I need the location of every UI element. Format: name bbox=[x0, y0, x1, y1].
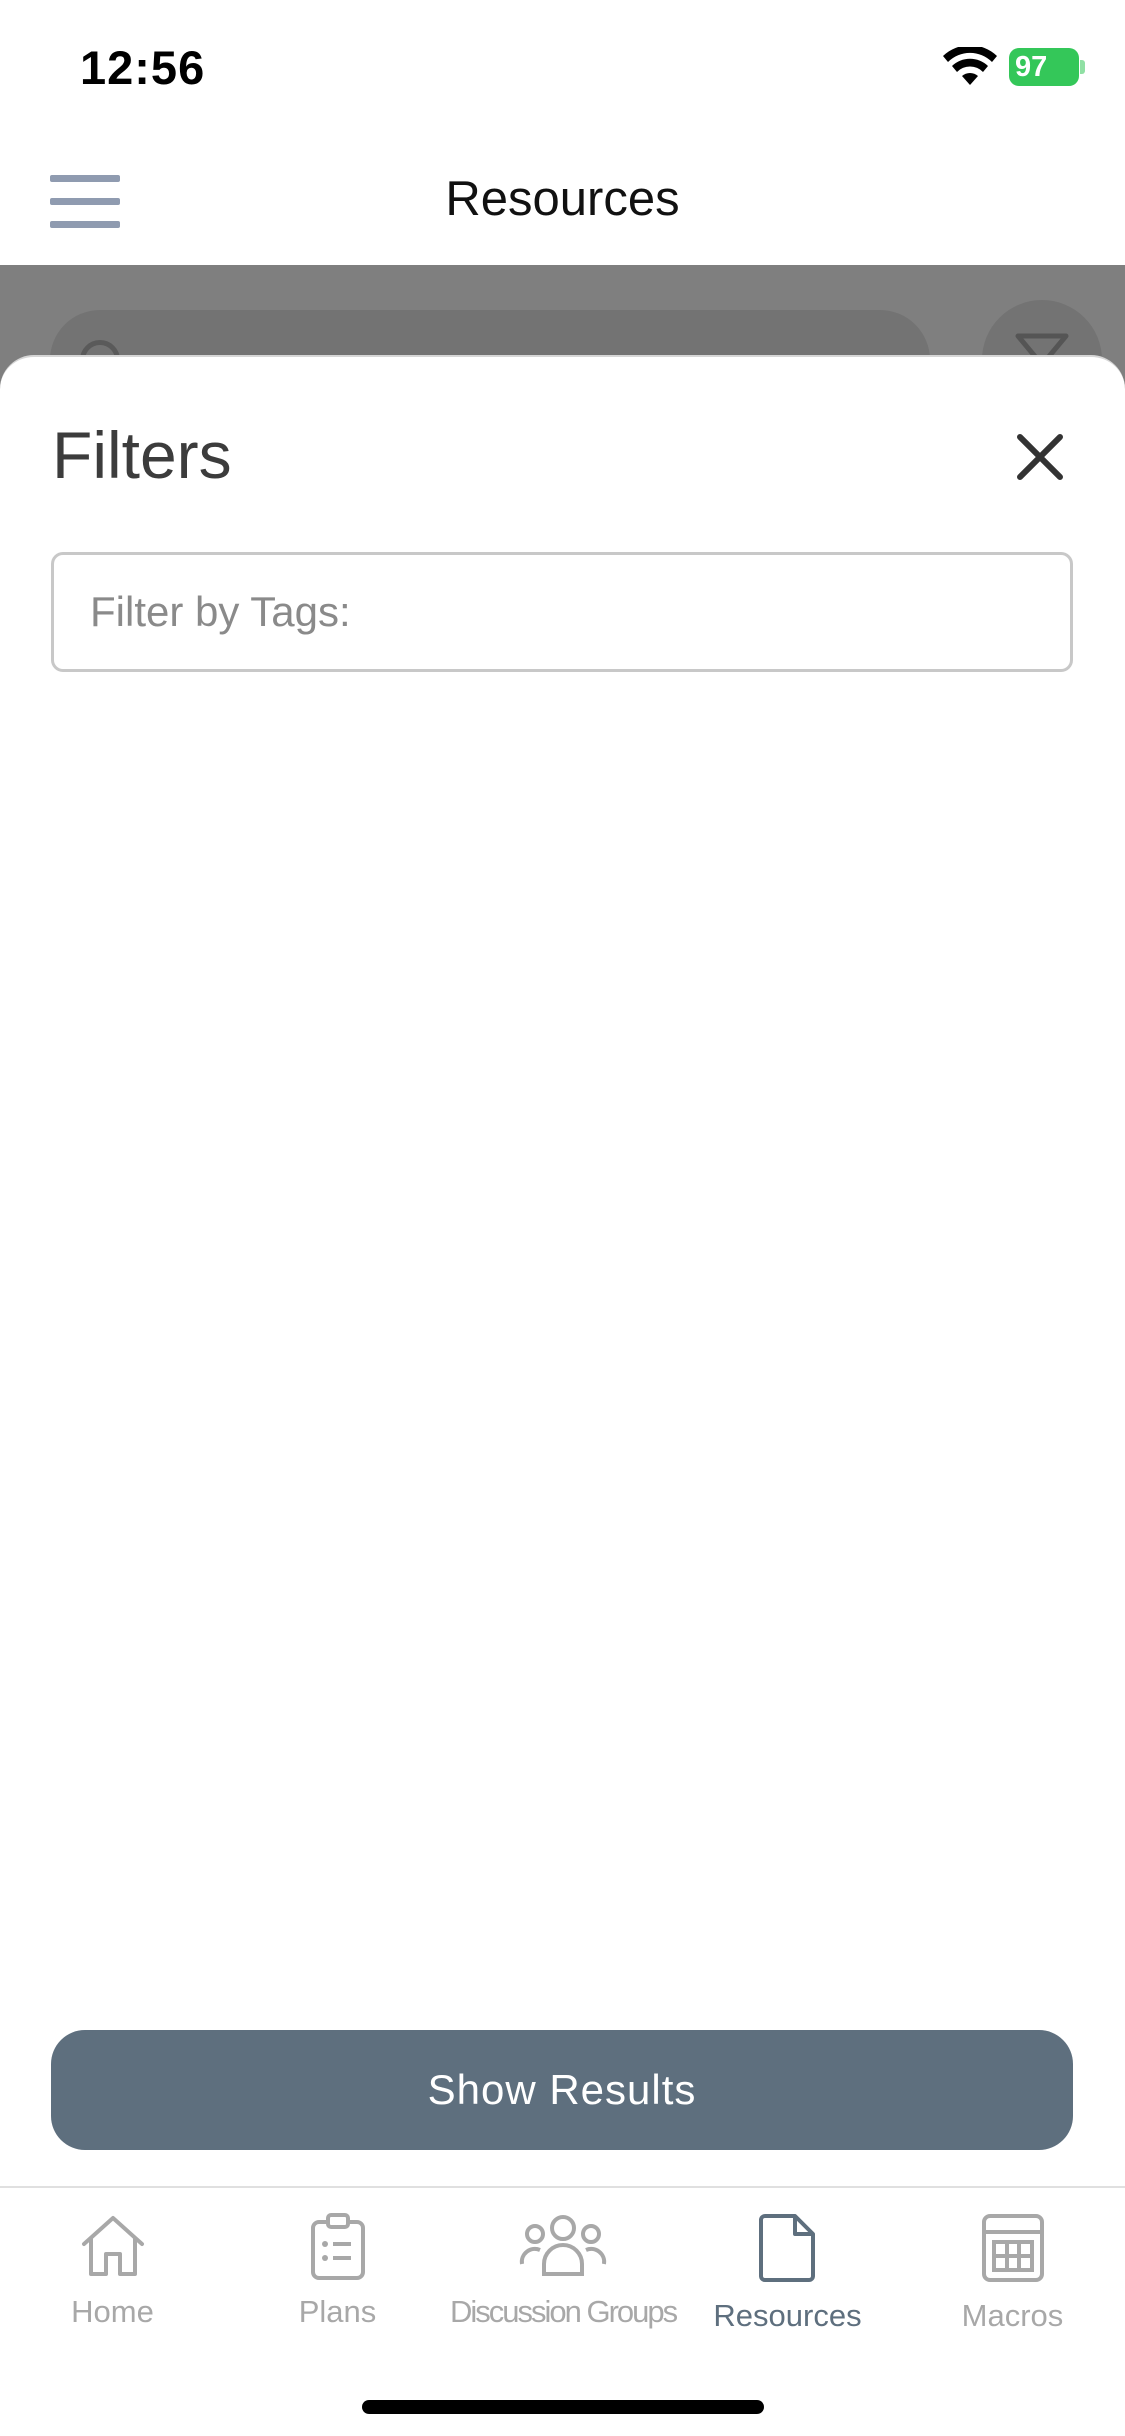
clipboard-icon bbox=[310, 2213, 365, 2280]
filters-title: Filters bbox=[52, 418, 232, 492]
close-icon[interactable] bbox=[1010, 427, 1070, 487]
tab-bar: Home Plans Discussion Groups Resources M… bbox=[0, 2186, 1125, 2436]
status-bar: 12:56 97 bbox=[0, 0, 1125, 135]
home-icon bbox=[81, 2216, 144, 2276]
tab-plans[interactable]: Plans bbox=[225, 2212, 450, 2352]
tab-label-discussion-groups: Discussion Groups bbox=[450, 2294, 678, 2329]
page-title: Resources bbox=[445, 172, 680, 226]
tab-home[interactable]: Home bbox=[0, 2212, 225, 2352]
tab-macros[interactable]: Macros bbox=[900, 2212, 1125, 2352]
status-time: 12:56 bbox=[80, 41, 206, 94]
tab-discussion-groups[interactable]: Discussion Groups bbox=[450, 2212, 678, 2352]
nav-bar: Resources bbox=[0, 135, 1125, 265]
tab-label-plans: Plans bbox=[298, 2294, 377, 2329]
tab-label-home: Home bbox=[71, 2294, 154, 2329]
screen: 12:56 97 Resources Filters Show bbox=[0, 0, 1125, 2436]
filter-by-tags-input[interactable] bbox=[51, 552, 1073, 672]
tab-label-macros: Macros bbox=[961, 2298, 1064, 2333]
battery-icon: 97 bbox=[1009, 48, 1085, 86]
tab-resources[interactable]: Resources bbox=[675, 2212, 900, 2352]
group-icon bbox=[519, 2215, 606, 2276]
document-icon bbox=[758, 2214, 815, 2282]
filters-sheet: Filters Show Results bbox=[0, 355, 1125, 2186]
calculator-icon bbox=[981, 2214, 1044, 2282]
battery-level: 97 bbox=[1015, 51, 1048, 83]
tab-label-resources: Resources bbox=[713, 2298, 862, 2333]
show-results-button[interactable]: Show Results bbox=[51, 2030, 1073, 2150]
wifi-icon bbox=[943, 47, 997, 85]
home-indicator[interactable] bbox=[362, 2400, 764, 2414]
